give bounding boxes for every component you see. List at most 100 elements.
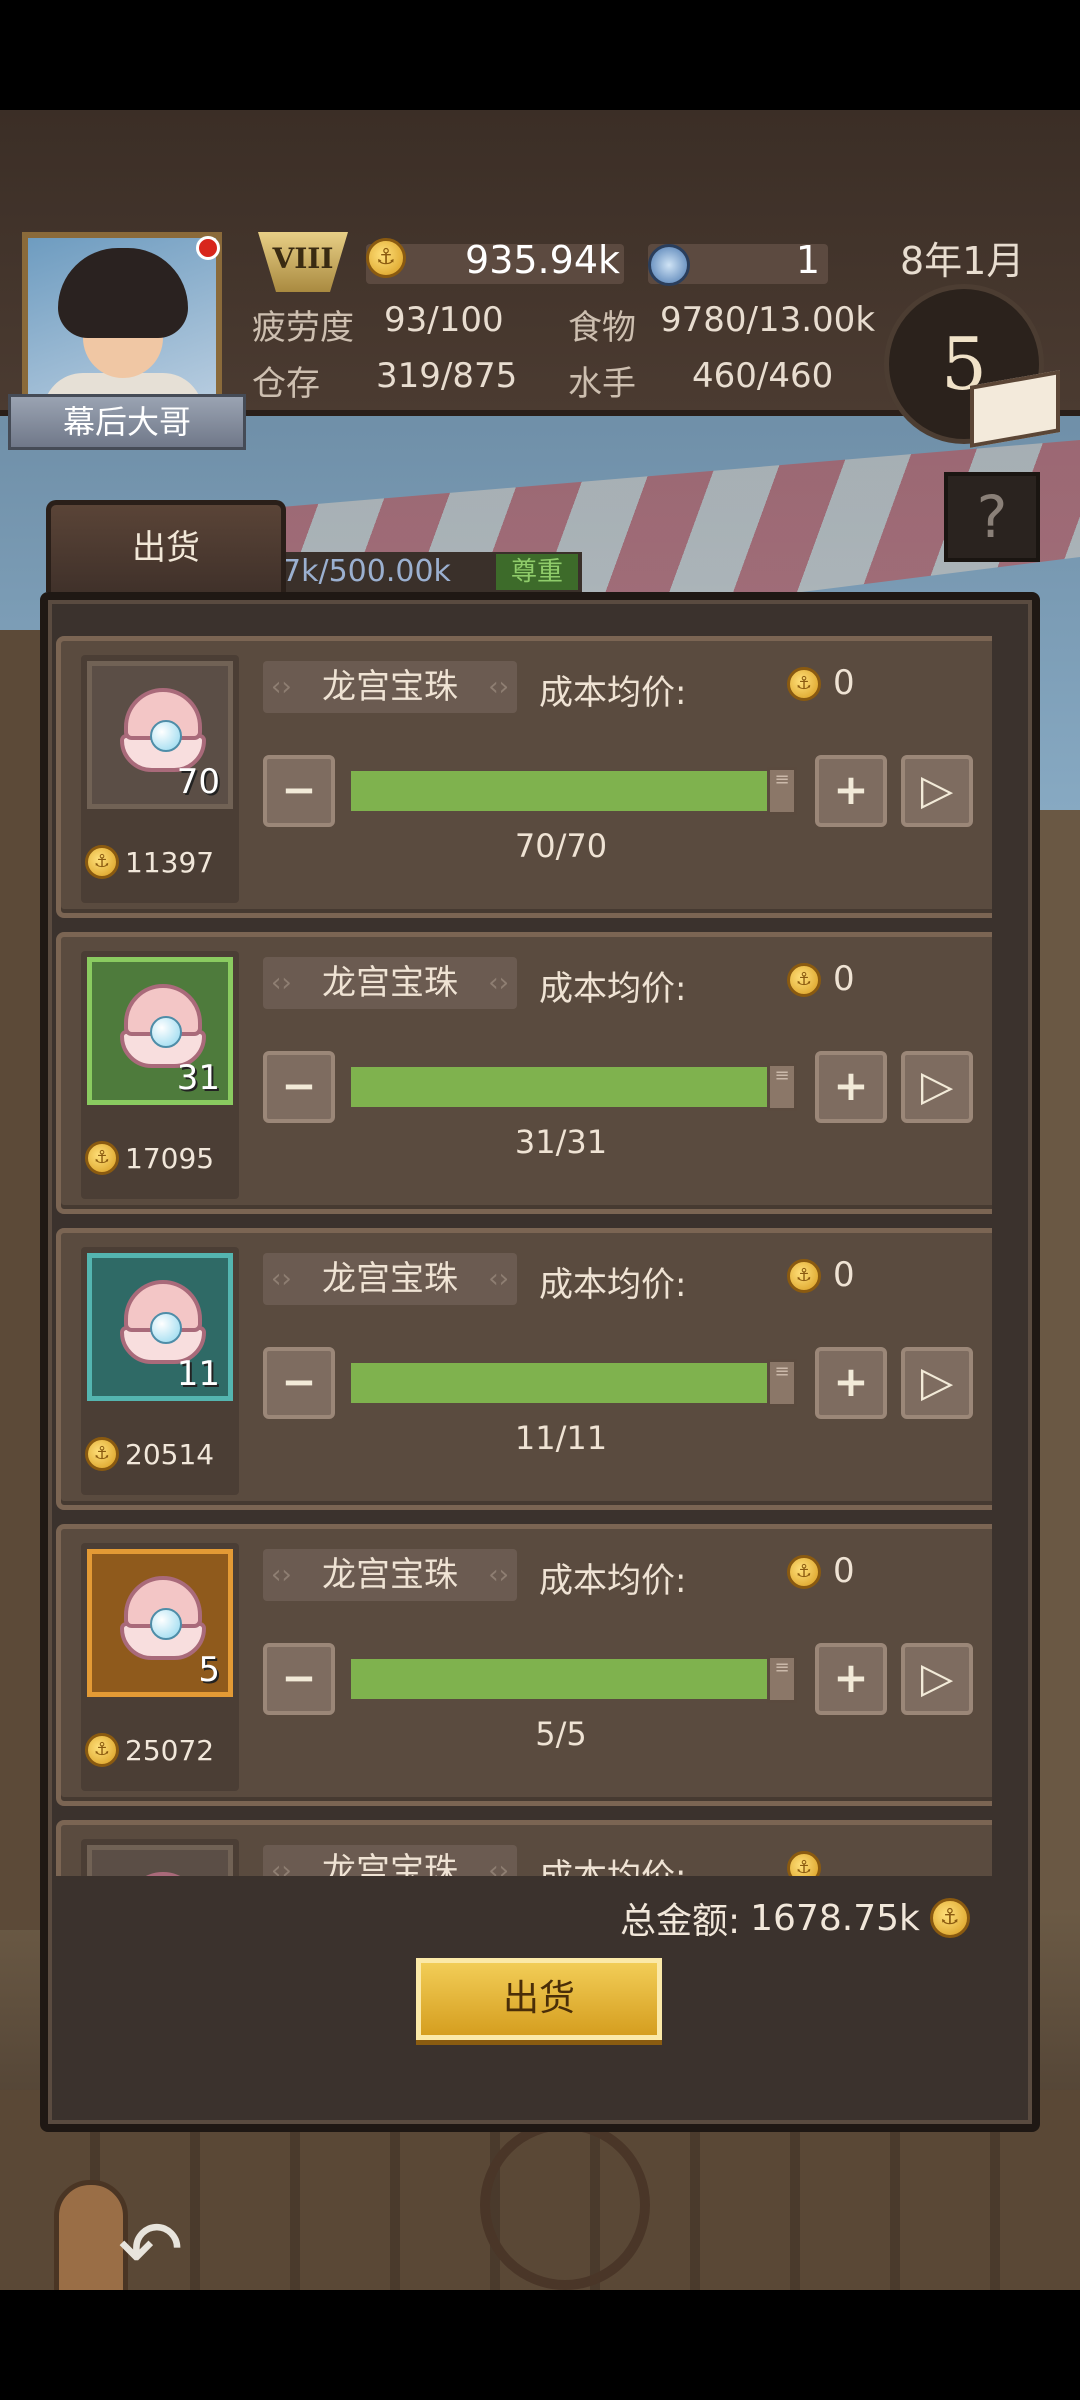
max-button[interactable]: ▷: [901, 1347, 973, 1419]
increase-button[interactable]: +: [815, 1643, 887, 1715]
item-row: ⚓ ‹› 龙宫宝珠 ‹› 成本均价: ⚓ − ≡ + ▷: [56, 1820, 992, 1876]
quantity-slider[interactable]: [351, 1659, 771, 1699]
player-name: 幕后大哥: [8, 394, 246, 450]
item-name[interactable]: ‹› 龙宫宝珠 ‹›: [263, 661, 517, 713]
player-avatar[interactable]: [22, 232, 222, 410]
item-name[interactable]: ‹› 龙宫宝珠 ‹›: [263, 1549, 517, 1601]
max-button[interactable]: ▷: [901, 755, 973, 827]
cost-value: 0: [833, 1551, 855, 1591]
item-thumbnail[interactable]: [87, 1845, 233, 1876]
item-thumb-wrap: 31 ⚓ 17095: [81, 951, 239, 1199]
decrease-button[interactable]: −: [263, 1347, 335, 1419]
item-list[interactable]: 70 ⚓ 11397 ‹› 龙宫宝珠 ‹› 成本均价: ⚓ 0 − ≡ + ▷: [56, 636, 992, 1876]
system-nav-bar: [0, 2290, 1080, 2400]
stat-label-food: 食物: [568, 308, 636, 348]
cost-value: 0: [833, 959, 855, 999]
total-coin-icon: ⚓: [929, 1898, 970, 1938]
gem-amount: 1: [795, 238, 820, 282]
quantity-slider[interactable]: [351, 1363, 771, 1403]
pearl-shell-icon: [120, 1872, 206, 1876]
increase-button[interactable]: +: [815, 1051, 887, 1123]
cost-label: 成本均价:: [539, 673, 687, 713]
item-thumbnail[interactable]: 31: [87, 957, 233, 1105]
item-price-value: 11397: [125, 845, 215, 879]
reputation-tag: 尊重: [496, 554, 578, 590]
total-value: 1678.75k: [750, 1897, 920, 1939]
slider-fill: [351, 1659, 771, 1699]
help-button[interactable]: ?: [944, 472, 1040, 562]
item-price-value: 17095: [125, 1141, 215, 1175]
cost-coin-icon: ⚓: [787, 963, 821, 997]
gem-icon: [648, 244, 690, 286]
item-row: 70 ⚓ 11397 ‹› 龙宫宝珠 ‹› 成本均价: ⚓ 0 − ≡ + ▷: [56, 636, 992, 918]
cost-coin-icon: ⚓: [787, 1851, 821, 1876]
slider-handle[interactable]: ≡: [767, 767, 797, 815]
quantity-slider[interactable]: [351, 1067, 771, 1107]
item-price: ⚓ 17095: [85, 1141, 214, 1175]
item-name-text: 龙宫宝珠: [322, 1555, 458, 1595]
selected-count: 11/11: [514, 1419, 608, 1457]
stat-value-food: 9780/13.00k: [660, 300, 876, 340]
stat-value-storage: 319/875: [376, 356, 518, 396]
total-label: 总金额:: [620, 1901, 741, 1942]
item-price-value: 25072: [125, 1733, 215, 1767]
item-name[interactable]: ‹› 龙宫宝珠 ‹›: [263, 957, 517, 1009]
item-row: 11 ⚓ 20514 ‹› 龙宫宝珠 ‹› 成本均价: ⚓ 0 − ≡ + ▷: [56, 1228, 992, 1510]
chevron-right-icon: ‹›: [488, 1856, 509, 1876]
slider-fill: [351, 1363, 771, 1403]
coin-icon: ⚓: [85, 1437, 119, 1471]
chevron-left-icon: ‹›: [271, 1560, 292, 1590]
slider-handle[interactable]: ≡: [767, 1359, 797, 1407]
ship-button[interactable]: 出货: [416, 1958, 662, 2040]
selected-count: 5/5: [535, 1715, 587, 1753]
item-thumbnail[interactable]: 70: [87, 661, 233, 809]
back-button[interactable]: ↶: [48, 2180, 198, 2300]
item-thumbnail[interactable]: 11: [87, 1253, 233, 1401]
max-button[interactable]: ▷: [901, 1051, 973, 1123]
back-arrow-icon: ↶: [118, 2205, 184, 2295]
stat-label-fatigue: 疲劳度: [252, 308, 354, 348]
cost-coin-icon: ⚓: [787, 1555, 821, 1589]
item-name[interactable]: ‹› 龙宫宝珠 ‹›: [263, 1253, 517, 1305]
selected-count: 70/70: [514, 827, 608, 865]
right-building: [1040, 810, 1080, 1910]
stat-label-storage: 仓存: [252, 364, 320, 404]
cargo-capacity-text: 7k/500.00k: [282, 554, 451, 589]
item-name-text: 龙宫宝珠: [322, 963, 458, 1003]
item-thumb-wrap: 5 ⚓ 25072: [81, 1543, 239, 1791]
item-thumbnail[interactable]: 5: [87, 1549, 233, 1697]
decrease-button[interactable]: −: [263, 755, 335, 827]
item-quantity: 31: [176, 1058, 220, 1098]
chevron-right-icon: ‹›: [488, 1560, 509, 1590]
item-name[interactable]: ‹› 龙宫宝珠 ‹›: [263, 1845, 517, 1876]
slider-handle[interactable]: ≡: [767, 1655, 797, 1703]
cost-value: 0: [833, 663, 855, 703]
increase-button[interactable]: +: [815, 755, 887, 827]
item-price: ⚓ 25072: [85, 1733, 214, 1767]
item-quantity: 5: [198, 1650, 220, 1690]
item-price: ⚓ 11397: [85, 845, 214, 879]
cost-coin-icon: ⚓: [787, 1259, 821, 1293]
coin-icon: ⚓: [85, 845, 119, 879]
chevron-right-icon: ‹›: [488, 968, 509, 998]
slider-fill: [351, 771, 771, 811]
chevron-left-icon: ‹›: [271, 672, 292, 702]
gold-amount: 935.94k: [465, 238, 620, 282]
slider-handle[interactable]: ≡: [767, 1063, 797, 1111]
ship-wheel-decoration: [480, 2120, 650, 2290]
cost-value: 0: [833, 1255, 855, 1295]
selected-count: 31/31: [514, 1123, 608, 1161]
chevron-left-icon: ‹›: [271, 968, 292, 998]
stat-value-fatigue: 93/100: [384, 300, 504, 340]
increase-button[interactable]: +: [815, 1347, 887, 1419]
item-thumb-wrap: ⚓: [81, 1839, 239, 1876]
tab-ship-goods[interactable]: 出货: [46, 500, 286, 592]
max-button[interactable]: ▷: [901, 1643, 973, 1715]
decrease-button[interactable]: −: [263, 1051, 335, 1123]
chevron-left-icon: ‹›: [271, 1264, 292, 1294]
game-date: 8年1月: [900, 239, 1025, 283]
decrease-button[interactable]: −: [263, 1643, 335, 1715]
door-icon: [54, 2180, 128, 2296]
cost-coin-icon: ⚓: [787, 667, 821, 701]
quantity-slider[interactable]: [351, 771, 771, 811]
